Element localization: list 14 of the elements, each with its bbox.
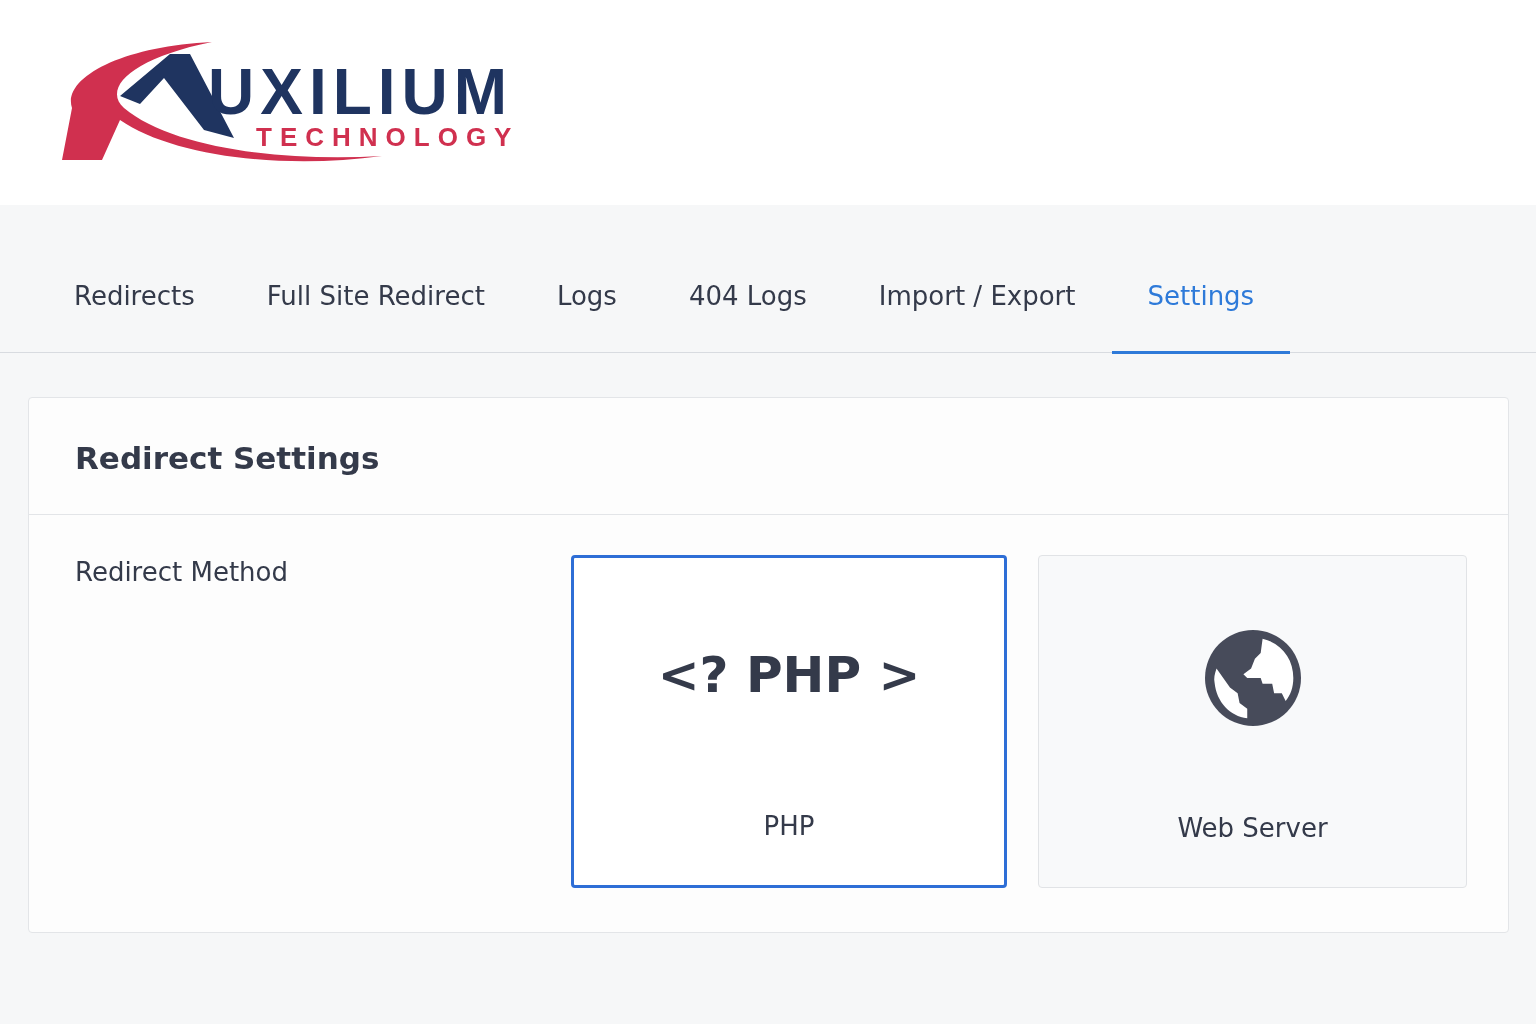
logo-tagline: TECHNOLOGY — [256, 123, 520, 150]
method-option[interactable]: Web Server — [1038, 555, 1467, 888]
card-title: Redirect Settings — [29, 398, 1508, 515]
method-option[interactable]: <? PHP > PHP — [571, 555, 1007, 888]
globe-icon — [1202, 630, 1303, 726]
field-label: Redirect Method — [75, 556, 289, 587]
nav-tab[interactable]: Import / Export — [842, 251, 1112, 354]
nav-tab[interactable]: Settings — [1111, 251, 1291, 354]
logo-wordmark: UXILIUM — [208, 59, 514, 124]
nav-tab[interactable]: Logs — [520, 251, 653, 354]
php-code-icon: <? PHP > — [657, 650, 921, 700]
nav-tab[interactable]: Full Site Redirect — [230, 251, 521, 354]
nav-tab[interactable]: 404 Logs — [652, 251, 843, 354]
nav-tab[interactable]: Redirects — [38, 251, 231, 354]
